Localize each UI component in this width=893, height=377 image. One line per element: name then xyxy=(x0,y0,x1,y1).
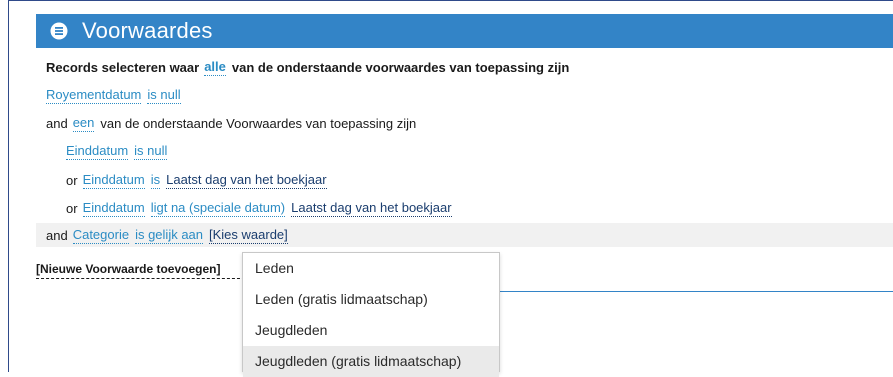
field-link[interactable]: Einddatum xyxy=(66,143,129,160)
field-link[interactable]: Einddatum xyxy=(82,200,145,217)
panel-header: Voorwaardes xyxy=(36,14,893,48)
dropdown-option[interactable]: Leden (gratis lidmaatschap) xyxy=(243,284,499,315)
intro-row: Records selecteren waar alle van de onde… xyxy=(36,55,893,79)
value-dropdown: Leden Leden (gratis lidmaatschap) Jeugdl… xyxy=(242,252,500,377)
operator-link[interactable]: is null xyxy=(147,87,181,104)
condition-row: Royementdatum is null xyxy=(36,83,893,107)
value-link[interactable]: Laatst dag van het boekjaar xyxy=(166,172,327,189)
operator-link[interactable]: ligt na (speciale datum) xyxy=(150,200,286,217)
field-link[interactable]: Categorie xyxy=(72,227,130,244)
connector-label: and xyxy=(46,115,68,131)
intro-prefix: Records selecteren waar xyxy=(46,59,200,75)
panel-title: Voorwaardes xyxy=(82,18,213,43)
intro-suffix: van de onderstaande voorwaardes van toep… xyxy=(231,59,570,75)
condition-row-active: and Categorie is gelijk aan [Kies waarde… xyxy=(36,223,893,247)
group-row: and een van de onderstaande Voorwaardes … xyxy=(36,111,893,135)
operator-link[interactable]: is null xyxy=(134,143,168,160)
dropdown-option[interactable]: Leden xyxy=(243,253,499,284)
group-suffix: van de onderstaande Voorwaardes van toep… xyxy=(100,115,417,131)
add-condition-link[interactable]: [Nieuwe Voorwaarde toevoegen] xyxy=(36,260,250,279)
field-link[interactable]: Royementdatum xyxy=(46,87,142,104)
value-link[interactable]: Laatst dag van het boekjaar xyxy=(291,200,452,217)
connector-label: and xyxy=(46,227,68,243)
field-link[interactable]: Einddatum xyxy=(82,172,145,189)
condition-row: or Einddatum is Laatst dag van het boekj… xyxy=(36,168,893,192)
condition-row: or Einddatum ligt na (speciale datum) La… xyxy=(36,196,893,220)
operator-link[interactable]: is gelijk aan xyxy=(135,227,204,244)
condition-row: Einddatum is null xyxy=(36,139,893,163)
operator-link[interactable]: is xyxy=(150,172,161,189)
intro-quantifier-link[interactable]: alle xyxy=(204,59,226,76)
connector-label: or xyxy=(66,200,78,216)
dropdown-option-hovered[interactable]: Jeugdleden (gratis lidmaatschap) xyxy=(243,346,499,377)
connector-label: or xyxy=(66,172,78,188)
group-quantifier-link[interactable]: een xyxy=(72,115,95,132)
dropdown-option[interactable]: Jeugdleden xyxy=(243,315,499,346)
list-icon xyxy=(50,22,68,40)
value-select-link[interactable]: [Kies waarde] xyxy=(209,227,288,244)
